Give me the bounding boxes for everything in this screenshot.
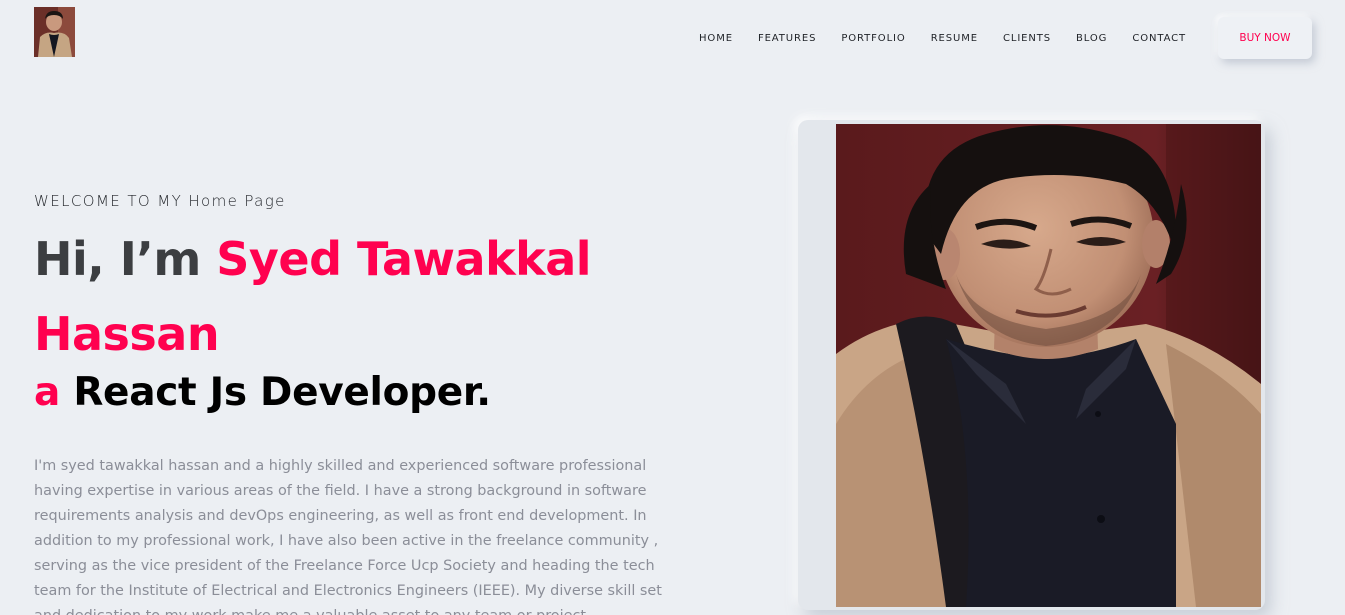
nav-contact[interactable]: CONTACT — [1132, 33, 1186, 44]
buy-now-button[interactable]: BUY NOW — [1218, 17, 1312, 59]
portrait-image — [836, 124, 1261, 607]
hero-heading: Hi, I’m Syed Tawakkal Hassan — [34, 222, 714, 372]
hero-role: a React Js Developer. — [34, 370, 491, 415]
nav-home[interactable]: HOME — [699, 33, 733, 44]
nav-features[interactable]: FEATURES — [758, 33, 816, 44]
home-page: HOME FEATURES PORTFOLIO RESUME CLIENTS B… — [0, 0, 1345, 615]
welcome-subtitle: WELCOME TO MY Home Page — [34, 192, 286, 210]
hero-greeting: Hi, I’m — [34, 232, 201, 286]
main-nav: HOME FEATURES PORTFOLIO RESUME CLIENTS B… — [699, 31, 1186, 45]
portrait-photo-icon — [836, 124, 1261, 607]
nav-portfolio[interactable]: PORTFOLIO — [841, 33, 905, 44]
nav-blog[interactable]: BLOG — [1076, 33, 1107, 44]
nav-clients[interactable]: CLIENTS — [1003, 33, 1051, 44]
role-article: a — [34, 370, 61, 415]
hero-bio: I'm syed tawakkal hassan and a highly sk… — [34, 458, 662, 615]
logo-avatar[interactable] — [34, 7, 75, 57]
avatar-photo-icon — [34, 7, 75, 57]
role-title: React Js Developer. — [73, 370, 491, 415]
nav-resume[interactable]: RESUME — [931, 33, 978, 44]
